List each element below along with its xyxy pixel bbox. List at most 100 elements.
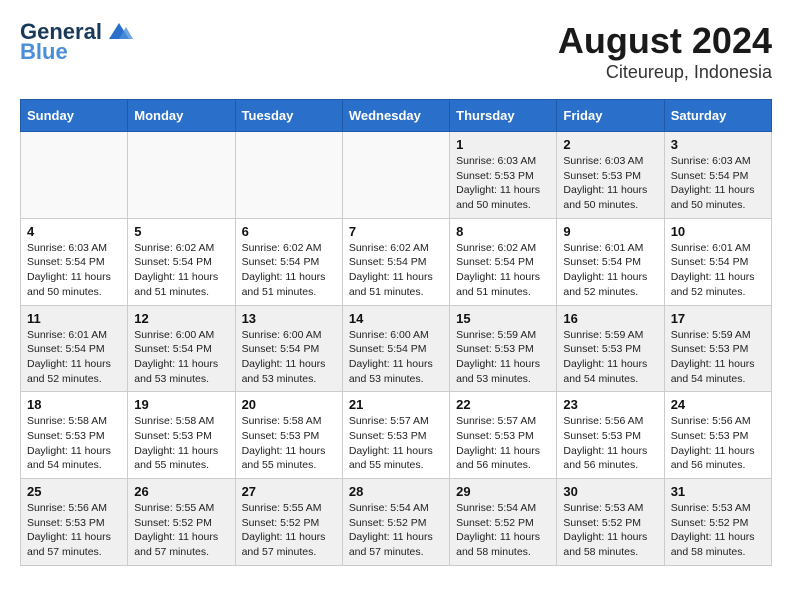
day-number-12: 12	[134, 311, 228, 326]
calendar-subtitle: Citeureup, Indonesia	[558, 62, 772, 83]
week-row-2: 4Sunrise: 6:03 AMSunset: 5:54 PMDaylight…	[21, 218, 772, 305]
day-number-10: 10	[671, 224, 765, 239]
day-info-3: Sunrise: 6:03 AMSunset: 5:54 PMDaylight:…	[671, 154, 765, 213]
day-number-22: 22	[456, 397, 550, 412]
day-info-21: Sunrise: 5:57 AMSunset: 5:53 PMDaylight:…	[349, 414, 443, 473]
day-info-7: Sunrise: 6:02 AMSunset: 5:54 PMDaylight:…	[349, 241, 443, 300]
day-info-16: Sunrise: 5:59 AMSunset: 5:53 PMDaylight:…	[563, 328, 657, 387]
day-info-23: Sunrise: 5:56 AMSunset: 5:53 PMDaylight:…	[563, 414, 657, 473]
day-cell-2: 2Sunrise: 6:03 AMSunset: 5:53 PMDaylight…	[557, 132, 664, 219]
day-cell-3: 3Sunrise: 6:03 AMSunset: 5:54 PMDaylight…	[664, 132, 771, 219]
day-info-10: Sunrise: 6:01 AMSunset: 5:54 PMDaylight:…	[671, 241, 765, 300]
day-number-9: 9	[563, 224, 657, 239]
day-info-17: Sunrise: 5:59 AMSunset: 5:53 PMDaylight:…	[671, 328, 765, 387]
day-number-19: 19	[134, 397, 228, 412]
day-number-18: 18	[27, 397, 121, 412]
day-number-21: 21	[349, 397, 443, 412]
day-number-15: 15	[456, 311, 550, 326]
day-info-12: Sunrise: 6:00 AMSunset: 5:54 PMDaylight:…	[134, 328, 228, 387]
day-cell-13: 13 Sunrise: 6:00 AMSunset: 5:54 PMDayligh…	[235, 305, 342, 392]
day-number-2: 2	[563, 137, 657, 152]
day-cell-29: 29Sunrise: 5:54 AMSunset: 5:52 PMDayligh…	[450, 479, 557, 566]
day-cell-16: 16 Sunrise: 5:59 AMSunset: 5:53 PMDayligh…	[557, 305, 664, 392]
day-info-18: Sunrise: 5:58 AMSunset: 5:53 PMDaylight:…	[27, 414, 121, 473]
day-cell-14: 14 Sunrise: 6:00 AMSunset: 5:54 PMDayligh…	[342, 305, 449, 392]
week-row-1: 1 Sunrise: 6:03 AMSunset: 5:53 PMDaylight…	[21, 132, 772, 219]
day-info-5: Sunrise: 6:02 AMSunset: 5:54 PMDaylight:…	[134, 241, 228, 300]
day-number-14: 14	[349, 311, 443, 326]
day-cell-21: 21 Sunrise: 5:57 AMSunset: 5:53 PMDayligh…	[342, 392, 449, 479]
day-info-26: Sunrise: 5:55 AMSunset: 5:52 PMDaylight:…	[134, 501, 228, 560]
weekday-header-sunday: Sunday	[21, 100, 128, 132]
day-number-27: 27	[242, 484, 336, 499]
day-info-1: Sunrise: 6:03 AMSunset: 5:53 PMDaylight:…	[456, 154, 550, 213]
day-cell-20: 20 Sunrise: 5:58 AMSunset: 5:53 PMDayligh…	[235, 392, 342, 479]
day-cell-11: 11 Sunrise: 6:01 AMSunset: 5:54 PMDayligh…	[21, 305, 128, 392]
day-number-24: 24	[671, 397, 765, 412]
day-info-13: Sunrise: 6:00 AMSunset: 5:54 PMDaylight:…	[242, 328, 336, 387]
weekday-header-saturday: Saturday	[664, 100, 771, 132]
day-number-30: 30	[563, 484, 657, 499]
day-cell-5: 5 Sunrise: 6:02 AMSunset: 5:54 PMDaylight…	[128, 218, 235, 305]
empty-cell	[128, 132, 235, 219]
day-cell-23: 23Sunrise: 5:56 AMSunset: 5:53 PMDayligh…	[557, 392, 664, 479]
day-cell-9: 9 Sunrise: 6:01 AMSunset: 5:54 PMDaylight…	[557, 218, 664, 305]
day-cell-25: 25Sunrise: 5:56 AMSunset: 5:53 PMDayligh…	[21, 479, 128, 566]
weekday-header-tuesday: Tuesday	[235, 100, 342, 132]
day-cell-31: 31 Sunrise: 5:53 AMSunset: 5:52 PMDayligh…	[664, 479, 771, 566]
day-cell-7: 7 Sunrise: 6:02 AMSunset: 5:54 PMDaylight…	[342, 218, 449, 305]
day-info-19: Sunrise: 5:58 AMSunset: 5:53 PMDaylight:…	[134, 414, 228, 473]
day-number-17: 17	[671, 311, 765, 326]
day-info-22: Sunrise: 5:57 AMSunset: 5:53 PMDaylight:…	[456, 414, 550, 473]
day-info-24: Sunrise: 5:56 AMSunset: 5:53 PMDaylight:…	[671, 414, 765, 473]
day-cell-17: 17 Sunrise: 5:59 AMSunset: 5:53 PMDayligh…	[664, 305, 771, 392]
day-cell-6: 6Sunrise: 6:02 AMSunset: 5:54 PMDaylight…	[235, 218, 342, 305]
day-cell-28: 28 Sunrise: 5:54 AMSunset: 5:52 PMDayligh…	[342, 479, 449, 566]
day-info-14: Sunrise: 6:00 AMSunset: 5:54 PMDaylight:…	[349, 328, 443, 387]
empty-cell	[235, 132, 342, 219]
day-cell-10: 10 Sunrise: 6:01 AMSunset: 5:54 PMDayligh…	[664, 218, 771, 305]
logo: General Blue	[20, 20, 134, 64]
day-info-28: Sunrise: 5:54 AMSunset: 5:52 PMDaylight:…	[349, 501, 443, 560]
day-info-4: Sunrise: 6:03 AMSunset: 5:54 PMDaylight:…	[27, 241, 121, 300]
empty-cell	[342, 132, 449, 219]
day-cell-4: 4Sunrise: 6:03 AMSunset: 5:54 PMDaylight…	[21, 218, 128, 305]
day-number-5: 5	[134, 224, 228, 239]
day-cell-19: 19 Sunrise: 5:58 AMSunset: 5:53 PMDayligh…	[128, 392, 235, 479]
day-number-26: 26	[134, 484, 228, 499]
day-cell-15: 15 Sunrise: 5:59 AMSunset: 5:53 PMDayligh…	[450, 305, 557, 392]
day-cell-22: 22 Sunrise: 5:57 AMSunset: 5:53 PMDayligh…	[450, 392, 557, 479]
week-row-3: 11 Sunrise: 6:01 AMSunset: 5:54 PMDayligh…	[21, 305, 772, 392]
day-info-8: Sunrise: 6:02 AMSunset: 5:54 PMDaylight:…	[456, 241, 550, 300]
day-number-11: 11	[27, 311, 121, 326]
weekday-header-monday: Monday	[128, 100, 235, 132]
day-number-31: 31	[671, 484, 765, 499]
day-info-15: Sunrise: 5:59 AMSunset: 5:53 PMDaylight:…	[456, 328, 550, 387]
weekday-header-thursday: Thursday	[450, 100, 557, 132]
day-number-13: 13	[242, 311, 336, 326]
day-number-6: 6	[242, 224, 336, 239]
day-cell-12: 12 Sunrise: 6:00 AMSunset: 5:54 PMDayligh…	[128, 305, 235, 392]
day-number-25: 25	[27, 484, 121, 499]
day-number-20: 20	[242, 397, 336, 412]
day-cell-1: 1 Sunrise: 6:03 AMSunset: 5:53 PMDaylight…	[450, 132, 557, 219]
day-number-29: 29	[456, 484, 550, 499]
week-row-5: 25Sunrise: 5:56 AMSunset: 5:53 PMDayligh…	[21, 479, 772, 566]
weekday-header-wednesday: Wednesday	[342, 100, 449, 132]
day-info-20: Sunrise: 5:58 AMSunset: 5:53 PMDaylight:…	[242, 414, 336, 473]
day-number-1: 1	[456, 137, 550, 152]
day-number-28: 28	[349, 484, 443, 499]
day-number-16: 16	[563, 311, 657, 326]
day-cell-24: 24 Sunrise: 5:56 AMSunset: 5:53 PMDayligh…	[664, 392, 771, 479]
day-number-8: 8	[456, 224, 550, 239]
day-cell-26: 26 Sunrise: 5:55 AMSunset: 5:52 PMDayligh…	[128, 479, 235, 566]
weekday-header-row: SundayMondayTuesdayWednesdayThursdayFrid…	[21, 100, 772, 132]
day-info-30: Sunrise: 5:53 AMSunset: 5:52 PMDaylight:…	[563, 501, 657, 560]
day-info-9: Sunrise: 6:01 AMSunset: 5:54 PMDaylight:…	[563, 241, 657, 300]
day-cell-8: 8 Sunrise: 6:02 AMSunset: 5:54 PMDaylight…	[450, 218, 557, 305]
day-number-7: 7	[349, 224, 443, 239]
header: General Blue August 2024 Citeureup, Indo…	[20, 20, 772, 83]
day-cell-27: 27Sunrise: 5:55 AMSunset: 5:52 PMDayligh…	[235, 479, 342, 566]
day-info-31: Sunrise: 5:53 AMSunset: 5:52 PMDaylight:…	[671, 501, 765, 560]
day-info-11: Sunrise: 6:01 AMSunset: 5:54 PMDaylight:…	[27, 328, 121, 387]
